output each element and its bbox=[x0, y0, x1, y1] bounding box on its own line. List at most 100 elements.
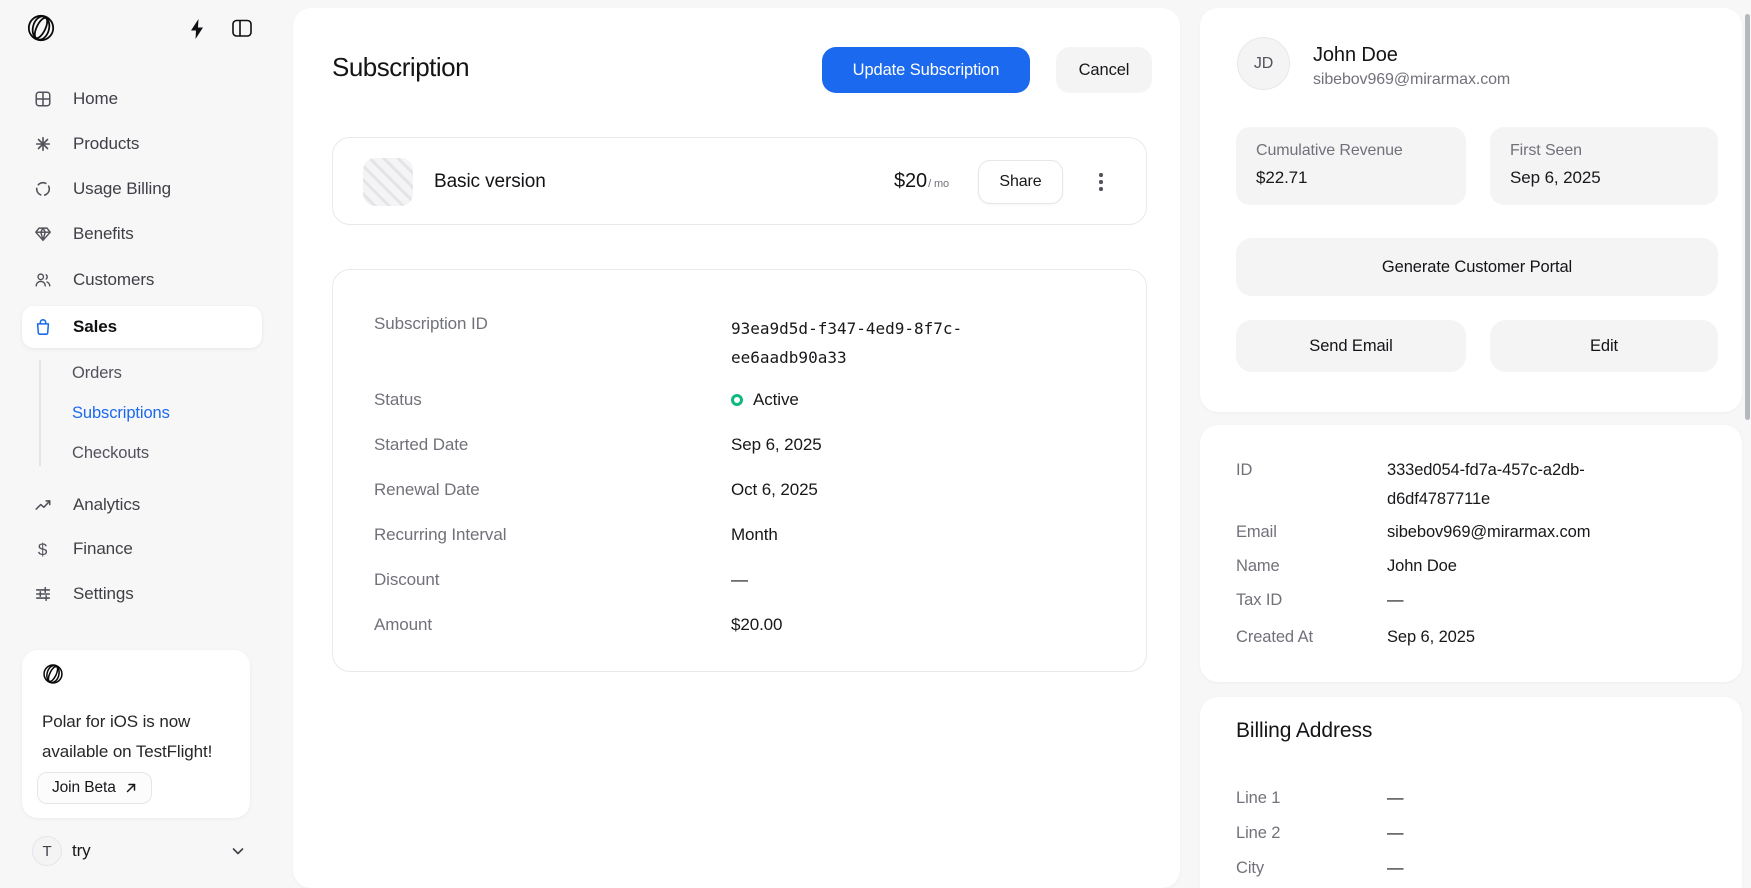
sidebar-item-sales[interactable]: Sales bbox=[22, 306, 262, 348]
sidebar-item-products[interactable]: Products bbox=[22, 128, 262, 160]
sidebar: Home Products Usage Billing Benefits bbox=[0, 0, 293, 888]
join-beta-button[interactable]: Join Beta bbox=[37, 772, 152, 804]
share-button[interactable]: Share bbox=[978, 160, 1063, 204]
info-row: Tax ID — bbox=[1236, 586, 1718, 614]
customer-avatar: JD bbox=[1237, 37, 1290, 90]
account-avatar: T bbox=[32, 836, 62, 866]
billing-address-title: Billing Address bbox=[1236, 719, 1718, 743]
info-row: ID 333ed054-fd7a-457c-a2db-d6df4787711e bbox=[1236, 456, 1718, 514]
billing-row: Line 2 — bbox=[1236, 819, 1718, 847]
ios-promo-banner: Polar for iOS is now available on TestFl… bbox=[22, 650, 250, 818]
info-label: Tax ID bbox=[1236, 591, 1387, 610]
info-value: sibebov969@mirarmax.com bbox=[1387, 523, 1590, 542]
page-title: Subscription bbox=[332, 52, 469, 83]
subscription-id-value: 93ea9d5d-f347-4ed9-8f7c-ee6aadb90a33 bbox=[731, 314, 976, 372]
info-value: — bbox=[1387, 591, 1403, 610]
account-switcher[interactable]: T try bbox=[32, 834, 260, 868]
customer-email: sibebov969@mirarmax.com bbox=[1313, 71, 1510, 89]
sidebar-item-label: Customers bbox=[73, 270, 154, 290]
customer-info-card: ID 333ed054-fd7a-457c-a2db-d6df4787711e … bbox=[1200, 425, 1742, 682]
detail-row: Renewal Date Oct 6, 2025 bbox=[374, 476, 1106, 504]
sidebar-item-customers[interactable]: Customers bbox=[22, 264, 262, 296]
detail-value: Month bbox=[731, 525, 778, 545]
billing-row: Line 1 — bbox=[1236, 784, 1718, 812]
sidebar-item-label: Finance bbox=[73, 539, 133, 559]
info-label: Email bbox=[1236, 523, 1387, 542]
scrollbar[interactable] bbox=[1745, 14, 1750, 420]
product-price: $20 / mo bbox=[894, 170, 949, 193]
billing-value: — bbox=[1387, 789, 1403, 808]
detail-row: Discount — bbox=[374, 566, 1106, 594]
sidebar-item-label: Sales bbox=[73, 317, 117, 337]
polar-logo-small bbox=[42, 663, 230, 685]
sidebar-item-label: Benefits bbox=[73, 224, 134, 244]
product-card: Basic version $20 / mo Share bbox=[332, 137, 1147, 225]
sidebar-item-checkouts[interactable]: Checkouts bbox=[72, 438, 149, 468]
analytics-icon bbox=[33, 496, 52, 515]
sidebar-toggle-icon[interactable] bbox=[232, 19, 252, 38]
billing-row: City — bbox=[1236, 854, 1718, 882]
info-label: Name bbox=[1236, 557, 1387, 576]
detail-label: Subscription ID bbox=[374, 314, 731, 334]
info-value: Sep 6, 2025 bbox=[1387, 628, 1475, 647]
detail-label: Recurring Interval bbox=[374, 525, 731, 545]
info-label: Created At bbox=[1236, 628, 1387, 647]
detail-label: Status bbox=[374, 390, 731, 410]
edit-button[interactable]: Edit bbox=[1490, 320, 1718, 372]
cancel-button[interactable]: Cancel bbox=[1056, 47, 1152, 93]
sidebar-item-settings[interactable]: Settings bbox=[22, 578, 262, 610]
generate-customer-portal-button[interactable]: Generate Customer Portal bbox=[1236, 238, 1718, 296]
info-value: John Doe bbox=[1387, 557, 1457, 576]
sidebar-subitem-label: Checkouts bbox=[72, 444, 149, 463]
polar-logo[interactable] bbox=[26, 13, 56, 43]
sidebar-item-label: Usage Billing bbox=[73, 179, 171, 199]
detail-value: Oct 6, 2025 bbox=[731, 480, 818, 500]
info-row: Created At Sep 6, 2025 bbox=[1236, 623, 1718, 651]
chevron-down-icon bbox=[230, 843, 246, 859]
sales-icon bbox=[33, 318, 52, 337]
detail-row: Started Date Sep 6, 2025 bbox=[374, 431, 1106, 459]
benefits-icon bbox=[33, 225, 52, 244]
status-active-icon bbox=[731, 394, 743, 406]
sidebar-item-label: Home bbox=[73, 89, 118, 109]
info-label: ID bbox=[1236, 456, 1387, 485]
sidebar-item-subscriptions[interactable]: Subscriptions bbox=[72, 398, 170, 428]
sidebar-item-label: Analytics bbox=[73, 495, 140, 515]
usage-billing-icon bbox=[33, 180, 52, 199]
customer-card: JD John Doe sibebov969@mirarmax.com Cumu… bbox=[1200, 8, 1742, 412]
detail-label: Amount bbox=[374, 615, 731, 635]
sidebar-item-usage-billing[interactable]: Usage Billing bbox=[22, 173, 262, 205]
detail-label: Started Date bbox=[374, 435, 731, 455]
billing-address-card: Billing Address Line 1 — Line 2 — City — bbox=[1200, 697, 1742, 888]
home-icon bbox=[33, 90, 52, 109]
stat-value: $22.71 bbox=[1256, 168, 1446, 188]
detail-row: Recurring Interval Month bbox=[374, 521, 1106, 549]
settings-icon bbox=[33, 585, 52, 604]
detail-value: $20.00 bbox=[731, 615, 782, 635]
stat-label: Cumulative Revenue bbox=[1256, 142, 1446, 160]
billing-value: — bbox=[1387, 859, 1403, 878]
sidebar-item-benefits[interactable]: Benefits bbox=[22, 218, 262, 250]
status-text: Active bbox=[753, 390, 799, 410]
price-amount: $20 bbox=[894, 170, 927, 193]
detail-value: — bbox=[731, 570, 748, 590]
detail-value: Sep 6, 2025 bbox=[731, 435, 822, 455]
info-row: Name John Doe bbox=[1236, 552, 1718, 580]
price-interval: / mo bbox=[928, 178, 949, 190]
sidebar-item-orders[interactable]: Orders bbox=[72, 358, 122, 388]
detail-label: Discount bbox=[374, 570, 731, 590]
detail-row: Subscription ID 93ea9d5d-f347-4ed9-8f7c-… bbox=[374, 314, 1106, 372]
detail-row: Amount $20.00 bbox=[374, 611, 1106, 639]
billing-value: — bbox=[1387, 824, 1403, 843]
sidebar-item-label: Settings bbox=[73, 584, 134, 604]
sidebar-item-label: Products bbox=[73, 134, 139, 154]
sidebar-item-finance[interactable]: $ Finance bbox=[22, 533, 262, 565]
kebab-menu-icon[interactable] bbox=[1091, 160, 1111, 204]
sidebar-item-analytics[interactable]: Analytics bbox=[22, 489, 262, 521]
status-badge: Active bbox=[731, 390, 799, 410]
stat-cumulative-revenue: Cumulative Revenue $22.71 bbox=[1236, 127, 1466, 205]
sidebar-item-home[interactable]: Home bbox=[22, 83, 262, 115]
update-subscription-button[interactable]: Update Subscription bbox=[822, 47, 1030, 93]
lightning-icon[interactable] bbox=[187, 18, 207, 40]
send-email-button[interactable]: Send Email bbox=[1236, 320, 1466, 372]
